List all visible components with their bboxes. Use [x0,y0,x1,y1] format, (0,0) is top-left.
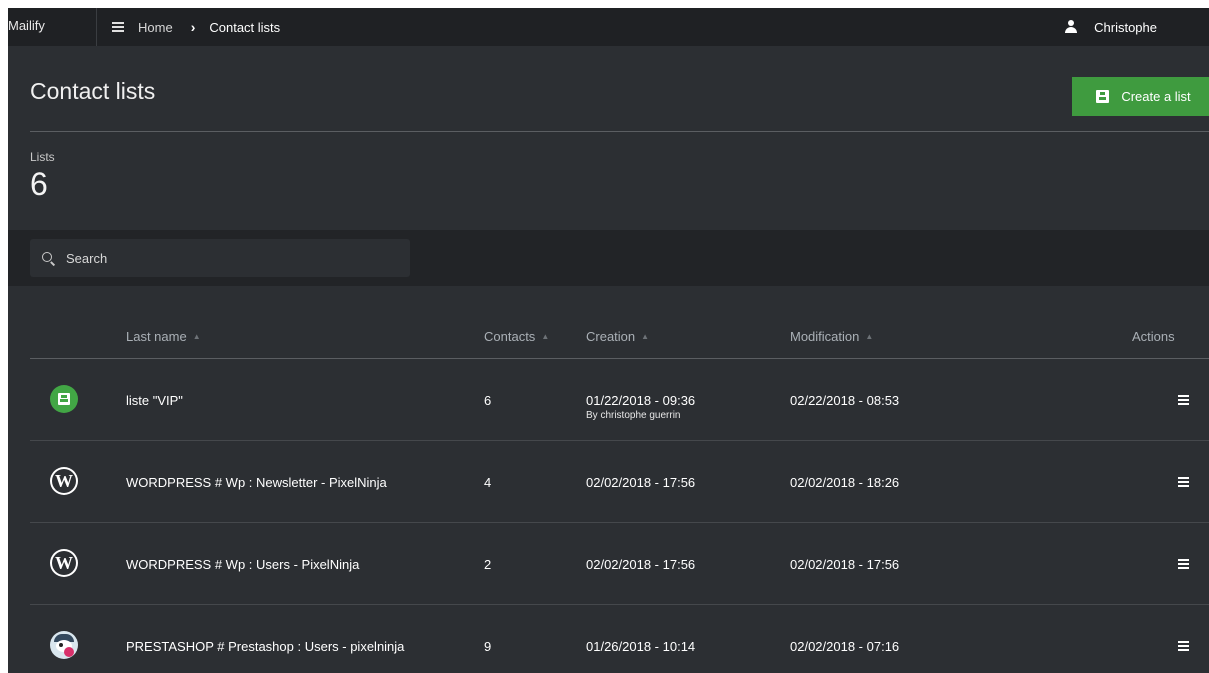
row-actions-menu-icon[interactable] [1178,641,1189,651]
contact-lists-table: Last name ▲ Contacts ▲ Creation ▲ Modifi… [30,318,1209,673]
create-list-button[interactable]: Create a list [1072,77,1209,116]
modification-date: 02/22/2018 - 08:53 [790,393,900,408]
column-label: Actions [1132,329,1175,344]
search-input[interactable] [66,250,386,266]
modification-date: 02/02/2018 - 07:16 [790,639,900,654]
header-divider [30,131,1209,132]
user-menu[interactable]: Christophe [1064,8,1157,46]
list-name[interactable]: WORDPRESS # Wp : Newsletter - PixelNinja [126,475,416,490]
row-actions-menu-icon[interactable] [1178,477,1189,487]
list-name[interactable]: PRESTASHOP # Prestashop : Users - pixeln… [126,639,416,654]
modification-date: 02/02/2018 - 18:26 [790,475,900,490]
contact-card-icon [1096,90,1110,103]
search-icon [42,252,56,266]
list-name[interactable]: WORDPRESS # Wp : Users - PixelNinja [126,557,416,572]
breadcrumb-chevron-icon: › [190,19,196,35]
column-label: Creation [586,329,636,344]
table-header: Last name ▲ Contacts ▲ Creation ▲ Modifi… [30,318,1209,359]
sort-caret-icon: ▲ [865,332,874,341]
created-by: By christophe guerrin [586,410,681,421]
table-row[interactable]: PRESTASHOP # Prestashop : Users - pixeln… [30,605,1209,673]
list-name[interactable]: liste "VIP" [126,393,416,408]
contacts-count: 2 [484,557,492,572]
contacts-count: 6 [484,393,492,408]
column-label: Modification [790,329,860,344]
contacts-count: 9 [484,639,492,654]
user-name: Christophe [1094,19,1157,35]
creation-date: 02/02/2018 - 17:56 [586,557,696,572]
table-row[interactable]: W WORDPRESS # Wp : Newsletter - PixelNin… [30,441,1209,523]
search-box[interactable] [30,239,410,277]
creation-date: 01/26/2018 - 10:14 [586,639,696,654]
modification-date: 02/02/2018 - 17:56 [790,557,900,572]
row-actions-menu-icon[interactable] [1178,395,1189,405]
column-label: Last name [126,329,187,344]
creation-date: 02/02/2018 - 17:56 [586,475,696,490]
contact-card-icon [50,385,78,413]
column-header-contacts[interactable]: Contacts ▲ [484,329,549,344]
sort-caret-icon: ▲ [192,332,201,341]
table-row[interactable]: liste "VIP" 6 01/22/2018 - 09:36 By chri… [30,359,1209,441]
column-label: Contacts [484,329,536,344]
contacts-count: 4 [484,475,492,490]
breadcrumb: Home › Contact lists [112,8,280,46]
sort-caret-icon: ▲ [641,332,650,341]
breadcrumb-current: Contact lists [209,19,281,35]
table-row[interactable]: W WORDPRESS # Wp : Users - PixelNinja 2 … [30,523,1209,605]
row-actions-menu-icon[interactable] [1178,559,1189,569]
sort-caret-icon: ▲ [541,332,550,341]
hamburger-menu-icon[interactable] [112,22,124,32]
breadcrumb-home-link[interactable]: Home [138,20,173,35]
create-list-label: Create a list [1121,89,1191,104]
app-window: Mailify Home › Contact lists Christophe … [8,8,1209,673]
user-icon [1064,20,1078,34]
page-title: Contact lists [30,78,156,104]
column-header-modification[interactable]: Modification ▲ [790,329,873,344]
creation-date: 01/22/2018 - 09:36 [586,393,696,408]
lists-count-label: Lists [30,150,55,164]
wordpress-icon: W [50,549,78,577]
top-bar-divider [96,8,97,46]
lists-count-value: 6 [30,166,48,202]
app-brand[interactable]: Mailify [8,8,96,46]
column-header-creation[interactable]: Creation ▲ [586,329,649,344]
column-header-actions: Actions [1132,329,1175,344]
prestashop-icon [50,631,78,659]
wordpress-icon: W [50,467,78,495]
top-bar: Mailify Home › Contact lists Christophe [8,8,1209,46]
column-header-last-name[interactable]: Last name ▲ [126,329,201,344]
search-bar [8,230,1209,286]
